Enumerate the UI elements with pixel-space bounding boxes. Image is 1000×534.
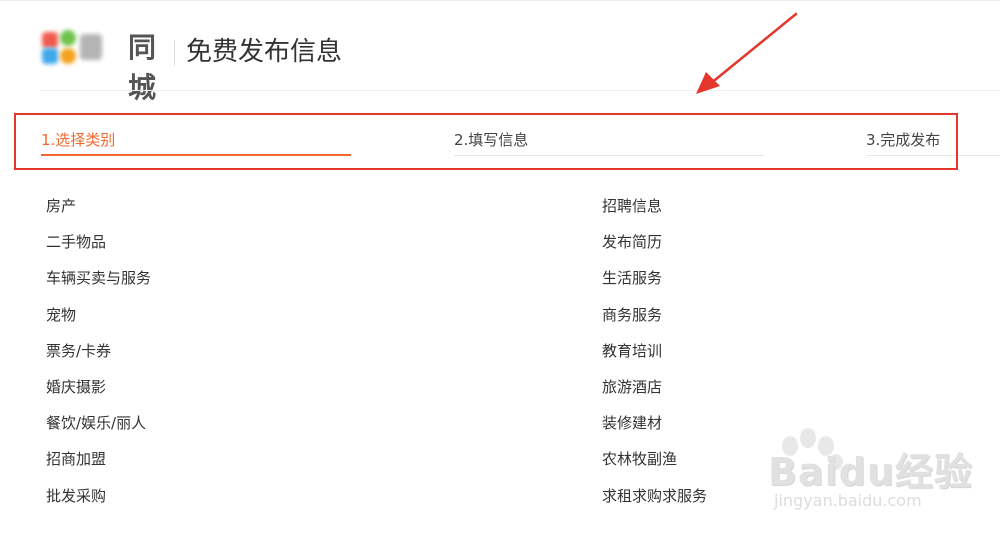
category-item[interactable]: 宠物 [46,297,151,333]
category-item[interactable]: 票务/卡券 [46,333,151,369]
logo-mark-red [42,32,58,48]
step-underline-active [41,154,351,156]
step-select-category[interactable]: 1.选择类别 [41,130,351,156]
category-list-right: 招聘信息 发布简历 生活服务 商务服务 教育培训 旅游酒店 装修建材 农林牧副渔 求租求购求服务 [602,188,707,514]
category-item[interactable]: 生活服务 [602,260,707,296]
step-complete[interactable]: 3.完成发布 [866,130,1000,156]
annotation-arrow-icon [696,12,798,94]
category-item[interactable]: 车辆买卖与服务 [46,260,151,296]
header-separator [40,90,1000,91]
category-item[interactable]: 招聘信息 [602,188,707,224]
top-border [0,0,1000,1]
baidu-watermark: Baidu经验 jingyan.baidu.com [756,424,996,524]
category-item[interactable]: 二手物品 [46,224,151,260]
category-item[interactable]: 招商加盟 [46,441,151,477]
category-item[interactable]: 商务服务 [602,297,707,333]
category-item[interactable]: 教育培训 [602,333,707,369]
category-item[interactable]: 求租求购求服务 [602,478,707,514]
page-title: 免费发布信息 [186,37,343,67]
logo-mark-blue [42,48,58,64]
step-underline [454,155,764,156]
category-item[interactable]: 餐饮/娱乐/丽人 [46,405,151,441]
step-label: 2.填写信息 [454,131,529,149]
watermark-text: Baidu经验 [768,450,973,494]
site-logo[interactable]: 同城 [40,28,162,104]
logo-text: 同城 [128,31,158,104]
watermark-url: jingyan.baidu.com [774,491,922,510]
logo-mark-orange [60,48,76,64]
category-item[interactable]: 发布简历 [602,224,707,260]
category-item[interactable]: 旅游酒店 [602,369,707,405]
category-item[interactable]: 装修建材 [602,405,707,441]
step-underline [866,155,1000,156]
step-fill-info[interactable]: 2.填写信息 [454,130,764,156]
category-item[interactable]: 婚庆摄影 [46,369,151,405]
step-label: 1.选择类别 [41,131,116,149]
category-item[interactable]: 批发采购 [46,478,151,514]
step-label: 3.完成发布 [866,131,941,149]
category-item[interactable]: 农林牧副渔 [602,441,707,477]
category-item[interactable]: 房产 [46,188,151,224]
logo-mark-green [60,30,76,46]
step-progress: 1.选择类别 2.填写信息 3.完成发布 [14,113,1000,170]
category-list-left: 房产 二手物品 车辆买卖与服务 宠物 票务/卡券 婚庆摄影 餐饮/娱乐/丽人 招商加盟 批发采购 [46,188,151,514]
header-divider [174,40,175,66]
logo-blurred-char [80,34,102,60]
